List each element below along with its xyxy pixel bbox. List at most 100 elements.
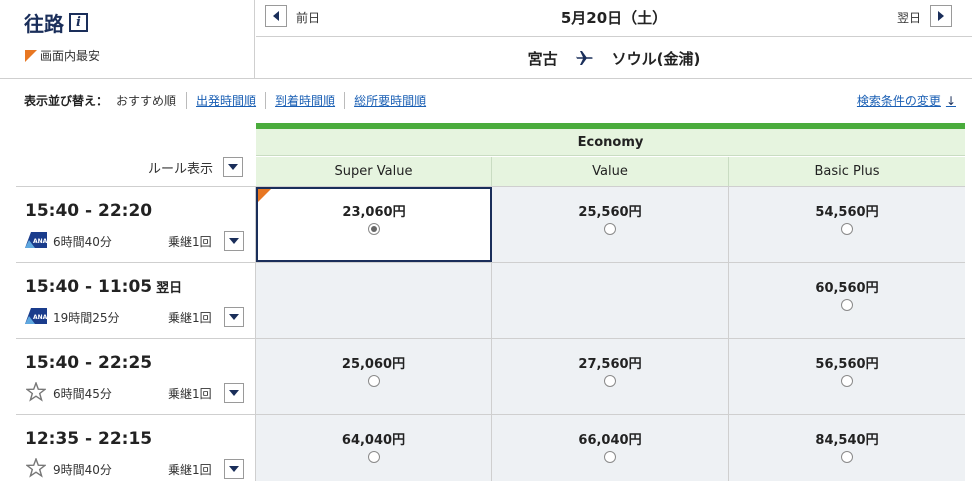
flight-row: 15:40 - 22:20 ANA 6時間40分 乗継1回 23,060円 25,560円… [16, 186, 965, 262]
next-day-label[interactable]: 翌日 [897, 9, 921, 26]
fare-cell[interactable]: 64,040円 [256, 415, 492, 481]
flight-info: 15:40 - 22:25 6時間45分 乗継1回 [16, 339, 256, 414]
info-icon[interactable]: i [69, 13, 88, 32]
departure-arrival-time: 15:40 - 11:05 [25, 277, 153, 297]
fare-cell[interactable]: 25,560円 [492, 187, 729, 262]
origin-destination: 宮古 ソウル(金浦) [256, 38, 972, 78]
fare-cell [256, 263, 492, 338]
fare-price: 54,560円 [815, 205, 879, 220]
fare-cell[interactable]: 27,560円 [492, 339, 729, 414]
fare-cell [492, 263, 729, 338]
page-header: 往路 i 画面内最安 前日 5月20日（土） 翌日 宮古 ソウル(金浦) [0, 0, 972, 79]
svg-text:ANA: ANA [33, 238, 47, 245]
next-day-button[interactable] [930, 5, 952, 27]
chevron-down-icon [229, 390, 239, 396]
ana-logo-icon: ANA [25, 232, 47, 248]
fare-cell[interactable]: 23,060円 [256, 187, 492, 262]
fare-price: 60,560円 [815, 281, 879, 296]
cheapest-legend-label: 画面内最安 [40, 49, 101, 63]
sort-by-departure-link[interactable]: 出発時間順 [187, 92, 267, 109]
fare-price: 56,560円 [815, 357, 879, 372]
flight-info: 15:40 - 11:05 翌日 ANA 19時間25分 乗継1回 [16, 263, 256, 338]
rule-display-toggle[interactable]: ルール表示 [148, 157, 244, 177]
rule-display-label: ルール表示 [148, 161, 214, 177]
flight-details-dropdown-button[interactable] [224, 383, 244, 403]
fare-radio-button[interactable] [841, 223, 853, 235]
date-navigator: 前日 5月20日（土） 翌日 [256, 0, 972, 37]
fare-price: 66,040円 [578, 433, 642, 448]
cabin-header: Economy [256, 129, 965, 156]
fare-class-super-value: Super Value [256, 157, 492, 186]
fare-price: 23,060円 [342, 205, 406, 220]
fare-radio-button[interactable] [367, 375, 380, 387]
arrow-down-icon: ↓ [945, 93, 956, 108]
departure-arrival-time: 15:40 - 22:25 [25, 353, 153, 373]
ana-logo-icon: ANA [25, 308, 47, 324]
flight-info: 15:40 - 22:20 ANA 6時間40分 乗継1回 [16, 187, 256, 262]
sort-title: 表示並び替え： [24, 94, 109, 108]
route-title-text: 往路 [24, 12, 64, 36]
flight-duration: 9時間40分 [53, 463, 112, 477]
star-alliance-icon [25, 458, 47, 478]
flight-times: 15:40 - 22:20 [25, 201, 156, 221]
fare-class-basic-plus: Basic Plus [729, 157, 965, 186]
next-day-marker: 翌日 [156, 281, 183, 296]
flight-duration: 19時間25分 [53, 311, 120, 325]
chevron-down-icon [229, 314, 239, 320]
flight-row: 15:40 - 11:05 翌日 ANA 19時間25分 乗継1回 60,560円 [16, 262, 965, 338]
fare-price: 64,040円 [341, 433, 406, 448]
destination-city: ソウル(金浦) [611, 49, 701, 68]
chevron-down-icon [229, 466, 239, 472]
fare-cell[interactable]: 25,060円 [256, 339, 492, 414]
current-date: 5月20日（土） [560, 9, 668, 27]
origin-city: 宮古 [527, 49, 558, 68]
fare-price: 27,560円 [578, 357, 642, 372]
sort-by-duration-link[interactable]: 総所要時間順 [345, 92, 435, 109]
fare-radio-button[interactable] [367, 451, 380, 463]
flight-row: 15:40 - 22:25 6時間45分 乗継1回 25,060円 27,560円 56,… [16, 338, 965, 414]
cheapest-flag-icon [25, 49, 37, 62]
flight-times: 15:40 - 11:05 翌日 [25, 277, 182, 297]
departure-arrival-time: 12:35 - 22:15 [25, 429, 153, 449]
flight-info: 12:35 - 22:15 9時間40分 乗継1回 [16, 415, 256, 481]
flight-duration: 6時間40分 [53, 235, 112, 249]
fare-class-value: Value [492, 157, 729, 186]
fare-radio-button[interactable] [841, 451, 853, 463]
flight-duration: 6時間45分 [53, 387, 112, 401]
fare-radio-button[interactable] [841, 299, 853, 311]
connection-count: 乗継1回 [168, 311, 212, 325]
chevron-right-icon [938, 11, 944, 21]
change-search-link[interactable]: 検索条件の変更 ↓ [857, 92, 956, 109]
flight-details-dropdown-button[interactable] [224, 307, 244, 327]
connection-count: 乗継1回 [168, 463, 212, 477]
chevron-down-icon [228, 164, 239, 170]
fare-radio-button[interactable] [604, 223, 616, 235]
flight-row: 12:35 - 22:15 9時間40分 乗継1回 64,040円 66,040円 84,… [16, 414, 965, 481]
flight-times: 12:35 - 22:15 [25, 429, 156, 449]
fare-price: 84,540円 [815, 433, 879, 448]
flight-details-dropdown-button[interactable] [224, 459, 244, 479]
cheapest-flag-icon [258, 189, 271, 202]
route-panel: 往路 i 画面内最安 [0, 0, 255, 79]
sort-current: おすすめ順 [116, 92, 188, 109]
fare-cell[interactable]: 54,560円 [729, 187, 965, 262]
change-search-label[interactable]: 検索条件の変更 [857, 92, 941, 109]
connection-count: 乗継1回 [168, 235, 212, 249]
fare-cell[interactable]: 56,560円 [729, 339, 965, 414]
rule-display-dropdown-button[interactable] [223, 157, 244, 177]
chevron-down-icon [229, 238, 239, 244]
fare-radio-button[interactable] [604, 375, 616, 387]
fare-cell[interactable]: 60,560円 [729, 263, 965, 338]
sort-by-arrival-link[interactable]: 到着時間順 [266, 92, 346, 109]
fare-cell[interactable]: 66,040円 [492, 415, 729, 481]
route-title: 往路 i [24, 8, 88, 37]
fare-radio-button[interactable] [604, 451, 616, 463]
svg-text:ANA: ANA [33, 314, 47, 321]
fare-radio-button[interactable] [841, 375, 853, 387]
sort-bar: 表示並び替え： おすすめ順 出発時間順 到着時間順 総所要時間順 [24, 92, 435, 109]
star-alliance-icon [25, 382, 47, 402]
fare-cell[interactable]: 84,540円 [729, 415, 965, 481]
flight-details-dropdown-button[interactable] [224, 231, 244, 251]
departure-arrival-time: 15:40 - 22:20 [25, 201, 153, 221]
fare-radio-button[interactable] [368, 223, 380, 235]
